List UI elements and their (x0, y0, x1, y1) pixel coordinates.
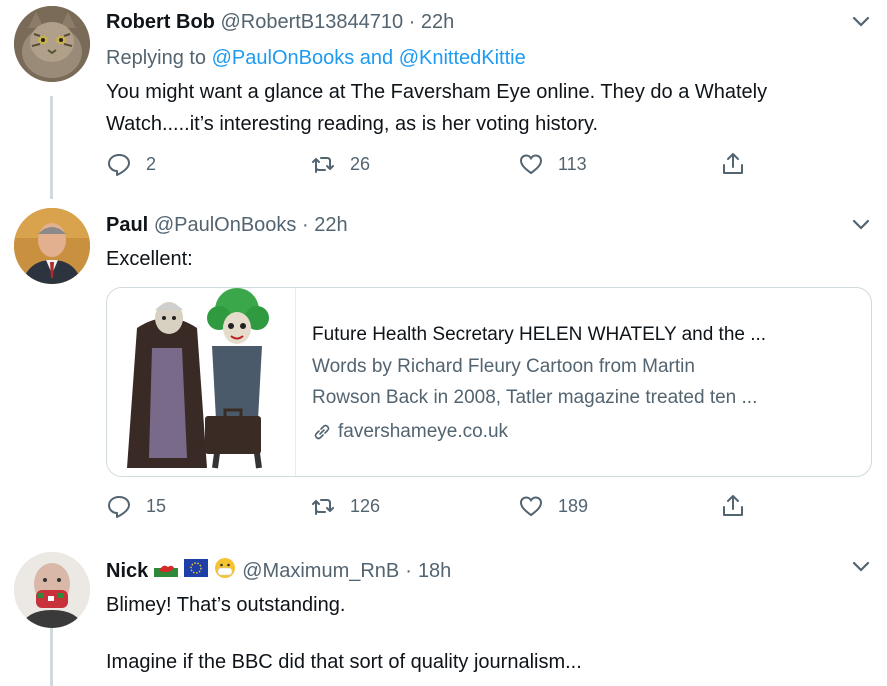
retweet-count: 126 (350, 495, 381, 516)
like-button[interactable]: 189 (518, 493, 588, 519)
cat-avatar-image (14, 6, 90, 82)
avatar[interactable] (14, 552, 90, 628)
display-name[interactable]: Nick (106, 560, 148, 583)
separator-dot: · (408, 11, 416, 33)
timestamp[interactable]: 22h (421, 11, 454, 33)
share-button[interactable] (720, 151, 746, 177)
tweet-robert[interactable]: Robert Bob @RobertB13844710 · 22h Replyi… (0, 0, 887, 200)
share-icon (723, 495, 743, 516)
like-count: 113 (558, 153, 587, 174)
card-domain-text: favershameye.co.uk (338, 421, 509, 442)
reply-button[interactable]: 15 (106, 493, 166, 519)
card-title[interactable]: Future Health Secretary HELEN WHATELY an… (312, 324, 766, 346)
separator-dot: · (405, 559, 412, 582)
chevron-down-icon[interactable] (850, 559, 872, 575)
tweet-text-line: You might want a glance at The Faversham… (106, 81, 768, 103)
cartoon-image (107, 288, 295, 476)
retweet-button[interactable]: 126 (310, 493, 380, 519)
wales-flag-emoji (154, 559, 179, 583)
replying-prefix: Replying to (106, 47, 207, 69)
replying-to-line: Replying to @PaulOnBooks and @KnittedKit… (106, 47, 526, 70)
user-handle[interactable]: @Maximum_RnB (242, 560, 399, 583)
user-handle[interactable]: @RobertB13844710 (220, 11, 403, 33)
tweet-text-line: Excellent: (106, 248, 193, 270)
tweet-actions: 15 126 189 (106, 493, 766, 525)
like-count: 189 (558, 495, 589, 516)
card-domain[interactable]: favershameye.co.uk (312, 421, 508, 443)
tweet-actions: 2 26 113 (106, 151, 766, 183)
retweet-count: 26 (350, 153, 371, 174)
timestamp[interactable]: 18h (418, 560, 451, 583)
like-button[interactable]: 113 (518, 151, 587, 177)
reply-icon (108, 496, 130, 518)
separator-dot: · (301, 214, 309, 236)
tweet-text-line: Watch.....it’s interesting reading, as i… (106, 113, 599, 135)
tweet-header: Robert Bob @RobertB13844710 · 22h (106, 11, 454, 34)
retweet-icon (312, 499, 334, 515)
timestamp[interactable]: 22h (314, 214, 347, 236)
card-description-line: Words by Richard Fleury Cartoon from Mar… (312, 356, 695, 377)
reply-count: 15 (146, 495, 167, 516)
replying-to-links[interactable]: @PaulOnBooks and @KnittedKittie (212, 47, 526, 69)
tweet-text-line: Imagine if the BBC did that sort of qual… (106, 651, 582, 673)
display-name[interactable]: Robert Bob (106, 11, 215, 33)
tweet-header: Paul @PaulOnBooks · 22h (106, 214, 348, 237)
link-card[interactable]: Future Health Secretary HELEN WHATELY an… (106, 287, 872, 477)
reply-icon (108, 154, 130, 176)
display-name[interactable]: Paul (106, 214, 148, 236)
chevron-down-icon[interactable] (850, 217, 872, 233)
share-button[interactable] (720, 493, 746, 519)
eu-flag-emoji (184, 559, 209, 583)
mask-face-emoji (214, 557, 236, 585)
tweet-header: Nick @Maximum_RnB · 18h (106, 557, 451, 585)
like-icon (519, 496, 543, 517)
reply-button[interactable]: 2 (106, 151, 156, 177)
avatar[interactable] (14, 208, 90, 284)
paul-avatar-image (14, 208, 90, 284)
retweet-icon (312, 157, 334, 173)
user-handle[interactable]: @PaulOnBooks (154, 214, 297, 236)
tweet-text-line: Blimey! That’s outstanding. (106, 594, 346, 616)
link-icon (314, 424, 330, 440)
avatar[interactable] (14, 6, 90, 82)
card-image (107, 288, 296, 476)
nick-avatar-image (14, 552, 90, 628)
retweet-button[interactable]: 26 (310, 151, 370, 177)
share-icon (723, 153, 743, 174)
like-icon (519, 154, 543, 175)
chevron-down-icon[interactable] (850, 14, 872, 30)
reply-count: 2 (146, 153, 157, 174)
card-description-line: Rowson Back in 2008, Tatler magazine tre… (312, 387, 758, 408)
tweet-nick[interactable]: Nick @Maximum_RnB · 18h Blimey! That’s o… (0, 540, 887, 686)
